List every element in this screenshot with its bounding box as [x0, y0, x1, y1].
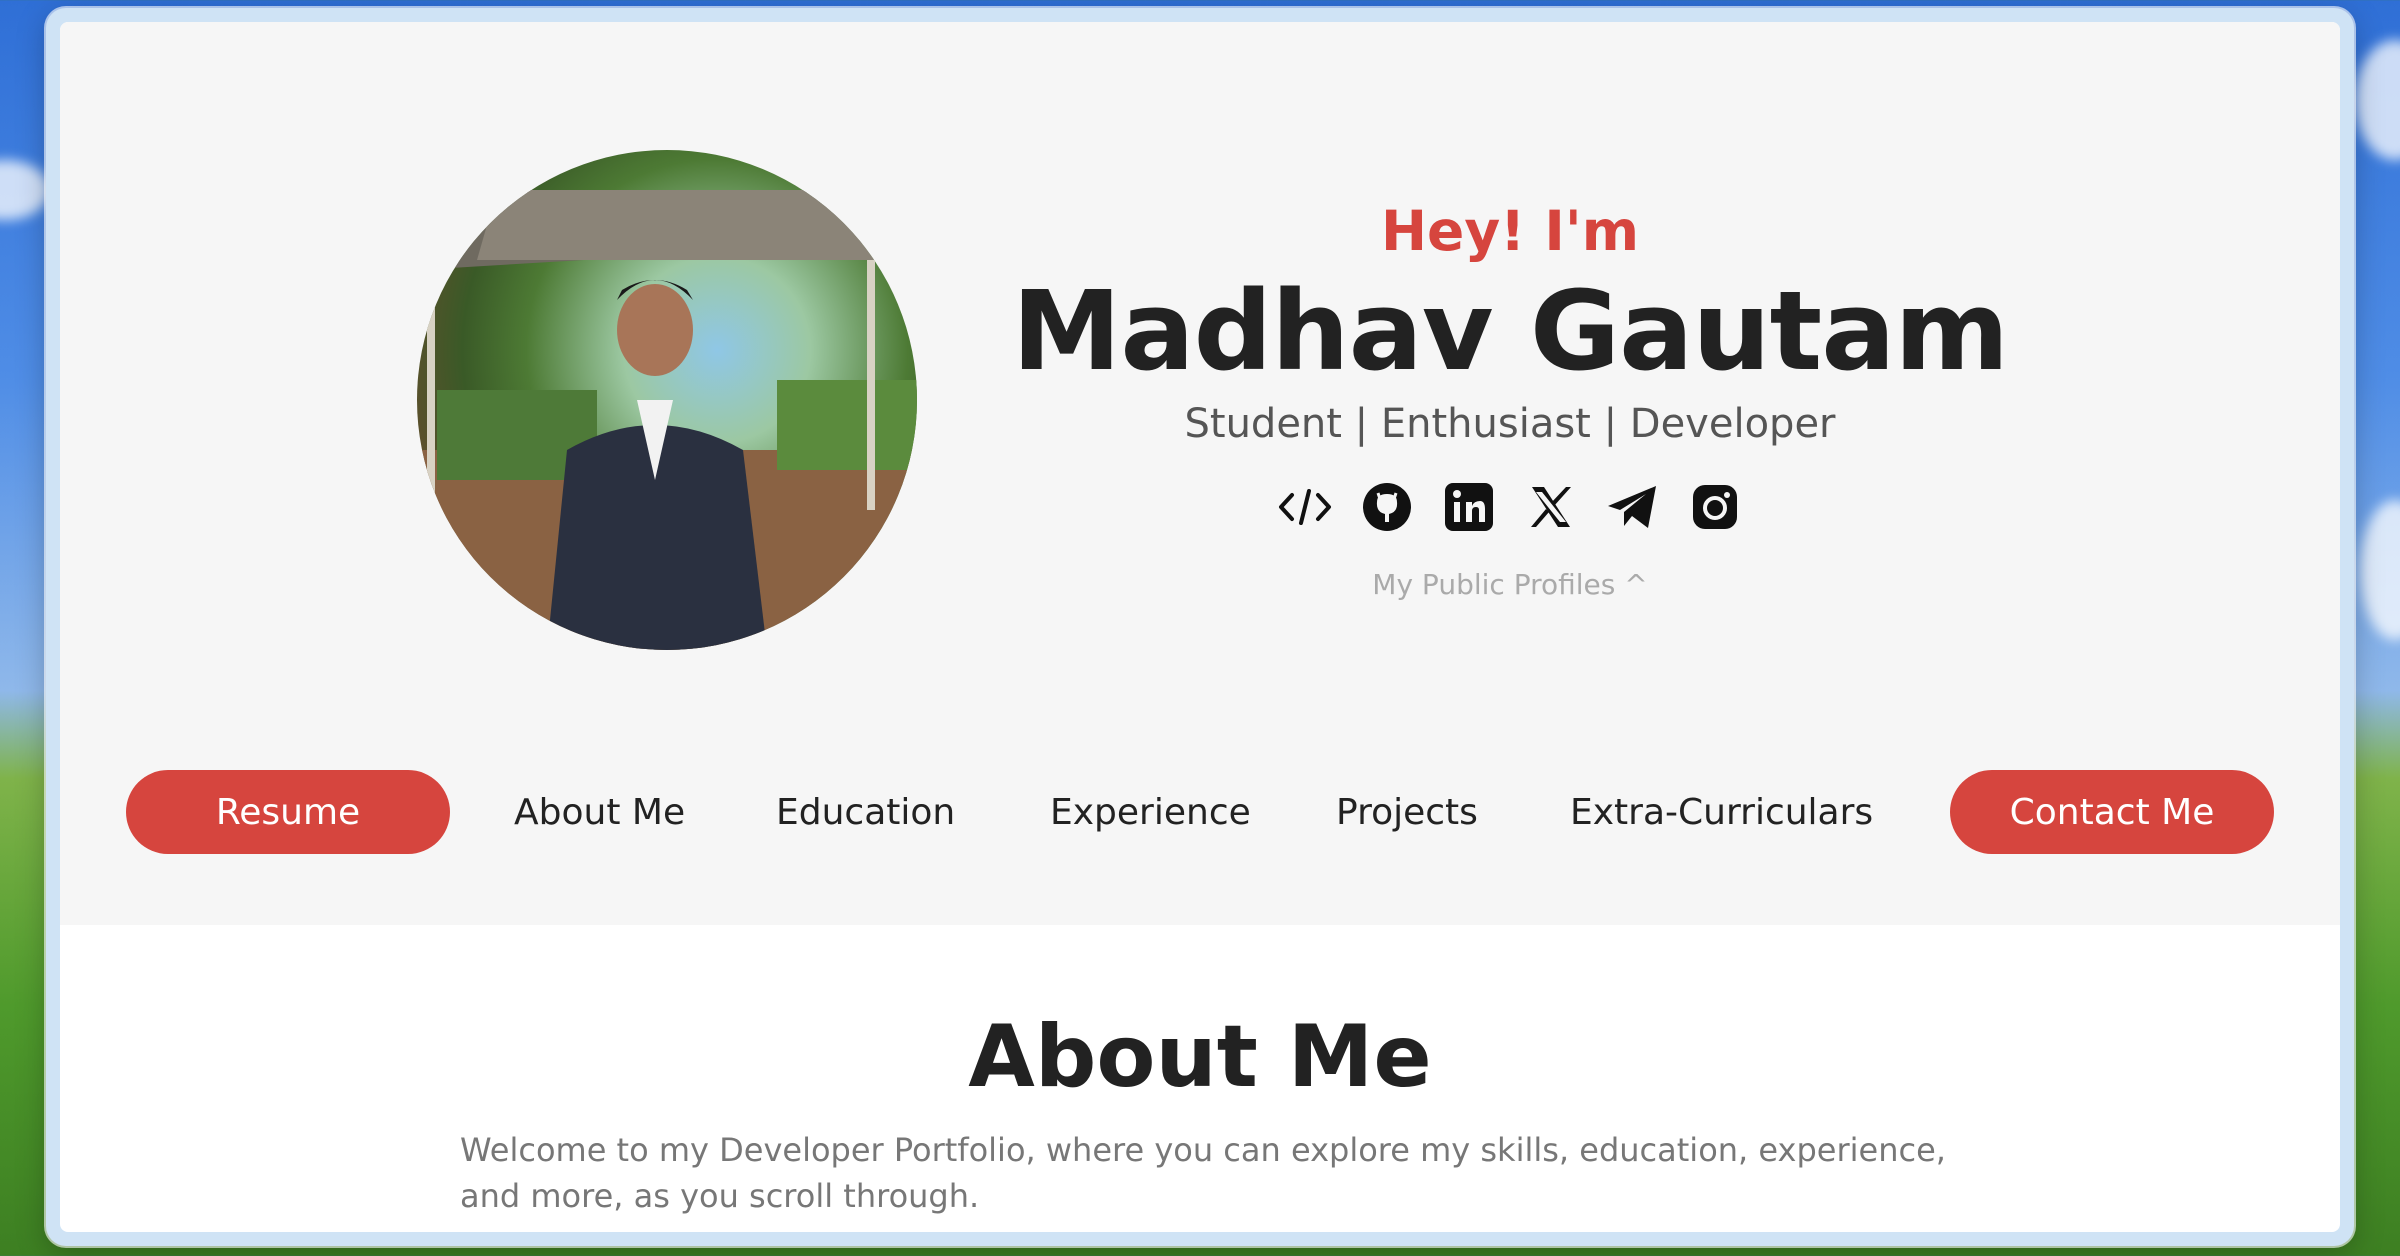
tagline: Student | Enthusiast | Developer	[1184, 401, 1836, 447]
page-viewport: Hey! I'm Madhav Gautam Student | Enthusi…	[60, 22, 2340, 1232]
profile-name: Madhav Gautam	[1011, 267, 2009, 395]
nav-experience[interactable]: Experience	[1050, 770, 1251, 854]
code-icon[interactable]	[1278, 480, 1332, 534]
greeting: Hey! I'm	[1380, 199, 1640, 263]
public-profiles-toggle[interactable]: My Public Profiles ^	[960, 568, 2060, 601]
contact-me-button[interactable]: Contact Me	[1950, 770, 2274, 854]
instagram-icon[interactable]	[1688, 480, 1742, 534]
about-description: Welcome to my Developer Portfolio, where…	[460, 1131, 1946, 1215]
resume-button[interactable]: Resume	[126, 770, 450, 854]
browser-window: Hey! I'm Madhav Gautam Student | Enthusi…	[46, 8, 2354, 1246]
hero-section: Hey! I'm Madhav Gautam Student | Enthusi…	[60, 22, 2340, 925]
linkedin-icon[interactable]	[1442, 480, 1496, 534]
nav-education[interactable]: Education	[776, 770, 955, 854]
nav-extra-curriculars[interactable]: Extra-Curriculars	[1570, 770, 1873, 854]
profile-photo	[417, 150, 917, 650]
social-links	[960, 480, 2060, 534]
github-icon[interactable]	[1360, 480, 1414, 534]
about-heading: About Me	[968, 1007, 1432, 1107]
x-icon[interactable]	[1524, 480, 1578, 534]
intro-block: Hey! I'm Madhav Gautam Student | Enthusi…	[960, 172, 2060, 601]
main-nav: Resume About Me Education Experience Pro…	[60, 770, 2340, 854]
nav-about-me[interactable]: About Me	[514, 770, 685, 854]
telegram-icon[interactable]	[1606, 480, 1660, 534]
nav-projects[interactable]: Projects	[1336, 770, 1478, 854]
